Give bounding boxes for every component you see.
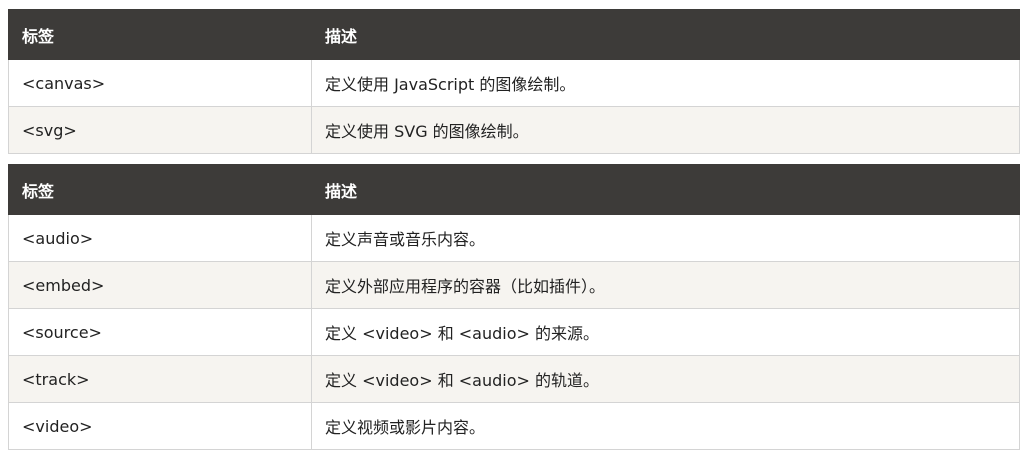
table-row: <embed> 定义外部应用程序的容器（比如插件）。: [8, 261, 1020, 309]
table-row: <track> 定义 <video> 和 <audio> 的轨道。: [8, 355, 1020, 403]
tag-cell: <canvas>: [8, 59, 312, 107]
description-cell: 定义视频或影片内容。: [311, 402, 1020, 450]
description-cell: 定义声音或音乐内容。: [311, 214, 1020, 262]
description-cell: 定义使用 JavaScript 的图像绘制。: [311, 59, 1020, 107]
table-row: <video> 定义视频或影片内容。: [8, 402, 1020, 450]
tag-cell: <video>: [8, 402, 312, 450]
table-row: <svg> 定义使用 SVG 的图像绘制。: [8, 106, 1020, 154]
table-row: <audio> 定义声音或音乐内容。: [8, 214, 1020, 262]
column-header-tag: 标签: [8, 164, 312, 215]
table-row: <canvas> 定义使用 JavaScript 的图像绘制。: [8, 59, 1020, 107]
table-row: <source> 定义 <video> 和 <audio> 的来源。: [8, 308, 1020, 356]
description-cell: 定义 <video> 和 <audio> 的轨道。: [311, 355, 1020, 403]
tag-cell: <audio>: [8, 214, 312, 262]
column-header-tag: 标签: [8, 9, 312, 60]
column-header-description: 描述: [311, 164, 1020, 215]
table-header-row: 标签 描述: [8, 164, 1020, 215]
tag-cell: <svg>: [8, 106, 312, 154]
tag-cell: <source>: [8, 308, 312, 356]
description-cell: 定义外部应用程序的容器（比如插件）。: [311, 261, 1020, 309]
tag-cell: <track>: [8, 355, 312, 403]
column-header-description: 描述: [311, 9, 1020, 60]
graphics-tags-table: 标签 描述 <canvas> 定义使用 JavaScript 的图像绘制。 <s…: [8, 9, 1020, 154]
description-cell: 定义使用 SVG 的图像绘制。: [311, 106, 1020, 154]
table-header-row: 标签 描述: [8, 9, 1020, 60]
description-cell: 定义 <video> 和 <audio> 的来源。: [311, 308, 1020, 356]
media-tags-table: 标签 描述 <audio> 定义声音或音乐内容。 <embed> 定义外部应用程…: [8, 164, 1020, 450]
tag-cell: <embed>: [8, 261, 312, 309]
